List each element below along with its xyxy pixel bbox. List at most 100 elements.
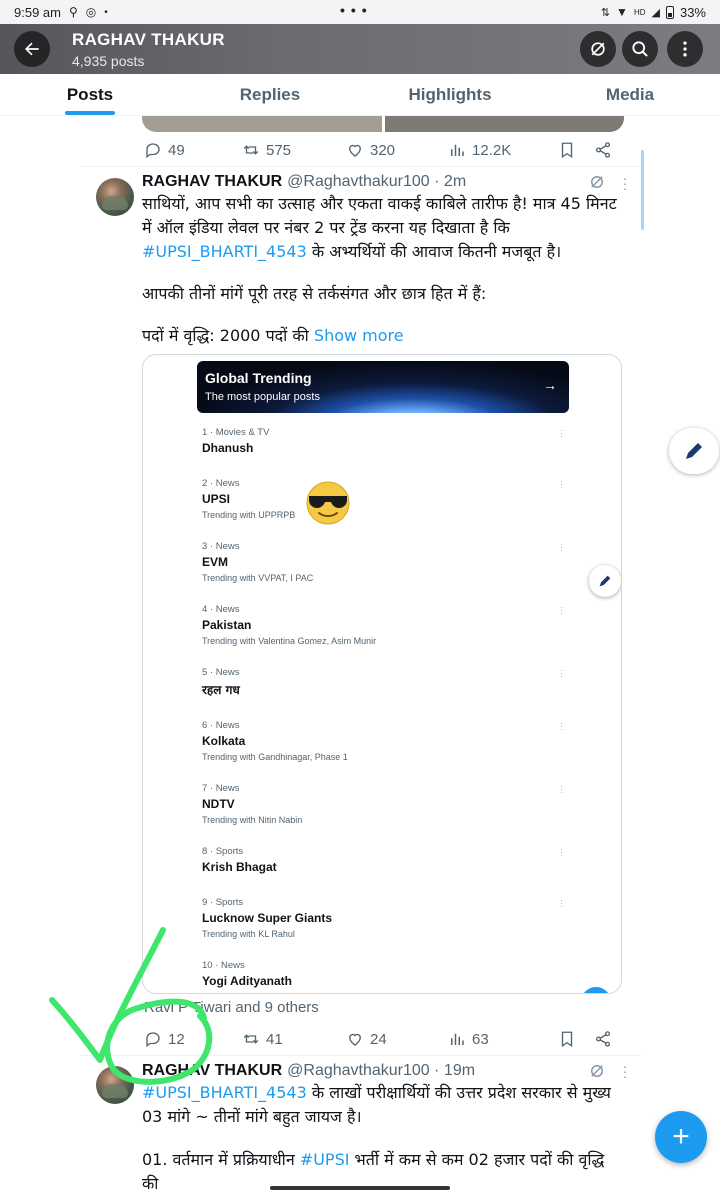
author-name[interactable]: RAGHAV THAKUR — [142, 173, 282, 191]
plus-icon: + — [672, 1120, 690, 1153]
grok-button[interactable] — [580, 31, 616, 67]
battery-level: 33% — [679, 4, 706, 20]
reply-button[interactable]: 12 — [144, 1030, 242, 1048]
scroll-indicator[interactable] — [641, 150, 644, 230]
grok-icon[interactable] — [588, 1062, 606, 1080]
hashtag-link[interactable]: #UPSI_BHARTI_4543 — [142, 242, 307, 261]
search-button[interactable] — [622, 31, 658, 67]
reply-count: 49 — [168, 141, 185, 159]
grok-icon — [591, 42, 605, 56]
trend-item: 10 · News Yogi Adityanath — [202, 960, 562, 988]
repost-count: 41 — [266, 1030, 283, 1048]
trend-with: Trending with UPPRPB — [202, 510, 296, 520]
trend-more-icon: · · · — [560, 477, 563, 492]
status-time: 9:59 am — [14, 4, 61, 20]
previous-post-media[interactable] — [142, 116, 624, 132]
author-handle[interactable]: @Raghavthakur100 · 2m — [287, 173, 466, 191]
like-count: 24 — [370, 1030, 387, 1048]
compose-fab-button[interactable]: + — [655, 1111, 707, 1163]
more-vertical-icon — [683, 41, 687, 57]
trend-more-icon: · · · — [560, 782, 563, 797]
views-count: 63 — [472, 1030, 489, 1048]
heart-icon — [349, 144, 361, 157]
post-header: RAGHAV THAKUR @Raghavthakur100 · 19m — [142, 1060, 475, 1082]
trend-item: 3 · News EVM Trending with VVPAT, I PAC — [202, 541, 562, 583]
grok-icon[interactable] — [588, 173, 606, 191]
post-more-icon[interactable]: · · · — [622, 1059, 628, 1083]
trend-more-icon: · · · — [560, 603, 563, 618]
tab-media[interactable]: Media — [540, 74, 720, 115]
trend-item: 8 · Sports Krish Bhagat — [202, 846, 562, 874]
trend-more-icon: · · · — [560, 666, 563, 681]
repost-button[interactable]: 41 — [242, 1030, 346, 1048]
tab-label: Media — [605, 84, 655, 104]
tab-replies[interactable]: Replies — [180, 74, 360, 115]
trend-item: 2 · News UPSI Trending with UPPRPB — [202, 478, 562, 520]
like-button[interactable]: 24 — [346, 1030, 448, 1048]
views-button[interactable]: 12.2K — [448, 141, 558, 159]
views-icon — [451, 1033, 464, 1045]
trend-meta: 8 · Sports — [202, 846, 244, 857]
reply-icon — [146, 143, 160, 159]
post-text: आपकी तीनों मांगें पूरी तरह से तर्कसंगत औ… — [142, 282, 622, 306]
hashtag-link[interactable]: #UPSI_BHARTI_4543 — [142, 1083, 307, 1102]
views-button[interactable]: 63 — [448, 1030, 558, 1048]
trend-item: 4 · News Pakistan Trending with Valentin… — [202, 604, 562, 646]
views-count: 12.2K — [472, 141, 512, 159]
more-button[interactable] — [667, 31, 703, 67]
trend-name: EVM — [202, 555, 229, 569]
trend-item: 9 · Sports Lucknow Super Giants Trending… — [202, 897, 562, 939]
show-more-link[interactable]: Show more — [314, 326, 404, 345]
trend-more-icon: · · · — [560, 845, 563, 860]
back-button[interactable] — [14, 31, 50, 67]
author-handle[interactable]: @Raghavthakur100 · 19m — [287, 1062, 475, 1080]
home-indicator[interactable] — [270, 1186, 450, 1190]
post-header: RAGHAV THAKUR @Raghavthakur100 · 2m — [142, 171, 466, 193]
trend-meta: 9 · Sports — [202, 897, 244, 908]
like-count: 320 — [370, 141, 396, 159]
edit-fab-button[interactable] — [669, 428, 719, 474]
profile-header: RAGHAV THAKUR 4,935 posts — [0, 24, 720, 74]
post-text-line: साथियों, आप सभी का उत्साह और एकता वाकई क… — [142, 194, 617, 237]
trend-more-icon: · · · — [560, 896, 563, 911]
trend-meta: 6 · News — [202, 720, 240, 731]
target-icon: ◎ — [85, 5, 97, 19]
bookmark-button[interactable] — [558, 141, 594, 159]
tab-posts[interactable]: Posts — [0, 74, 180, 115]
trend-with: Trending with Valentina Gomez, Asim Muni… — [202, 636, 377, 646]
author-name[interactable]: RAGHAV THAKUR — [142, 1062, 282, 1080]
repost-button[interactable]: 575 — [242, 141, 346, 159]
reply-button[interactable]: 49 — [144, 141, 242, 159]
share-button[interactable] — [594, 141, 612, 159]
share-button[interactable] — [594, 1030, 612, 1048]
pencil-icon — [599, 575, 611, 587]
trend-meta: 5 · News — [202, 667, 240, 678]
avatar[interactable] — [96, 1066, 134, 1104]
post-image[interactable]: Global Trending The most popular posts →… — [142, 354, 622, 994]
arrow-left-icon — [25, 42, 39, 56]
bike-icon: ⚲ — [68, 5, 78, 19]
post-text: पदों में वृद्धि: 2000 पदों की Show more — [142, 324, 622, 348]
post-text-line: 01. वर्तमान में प्रक्रियाधीन — [142, 1150, 300, 1169]
heart-icon — [349, 1033, 361, 1046]
post-more-icon[interactable]: · · · — [622, 171, 628, 195]
like-button[interactable]: 320 — [346, 141, 448, 159]
liked-by-text[interactable]: Ravi P Tiwari and 9 others — [144, 999, 319, 1016]
tab-highlights[interactable]: Highlights — [360, 74, 540, 115]
trend-name: Krish Bhagat — [202, 860, 277, 874]
avatar[interactable] — [96, 178, 134, 216]
wifi-icon: ▼ — [616, 5, 628, 19]
repost-count: 575 — [266, 141, 292, 159]
hashtag-link[interactable]: #UPSI — [300, 1150, 350, 1169]
arrow-right-icon: → — [543, 377, 557, 393]
trend-name: Lucknow Super Giants — [202, 911, 333, 925]
bookmark-button[interactable] — [558, 1030, 594, 1048]
trend-with: Trending with KL Rahul — [202, 929, 295, 939]
post-text-line: के अभ्यर्थियों की आवाज कितनी मजबूत है। — [306, 242, 562, 261]
banner-subtitle: The most popular posts — [205, 391, 320, 403]
trend-name: NDTV — [202, 797, 235, 811]
tab-label: Replies — [239, 84, 301, 104]
views-icon — [451, 144, 464, 156]
post-text-line: आपकी तीनों मांगें पूरी तरह से तर्कसंगत औ… — [142, 284, 487, 303]
status-bar: 9:59 am ⚲ ◎ • ••• ⇅ ▼ HD ◢ 33% — [0, 0, 720, 24]
